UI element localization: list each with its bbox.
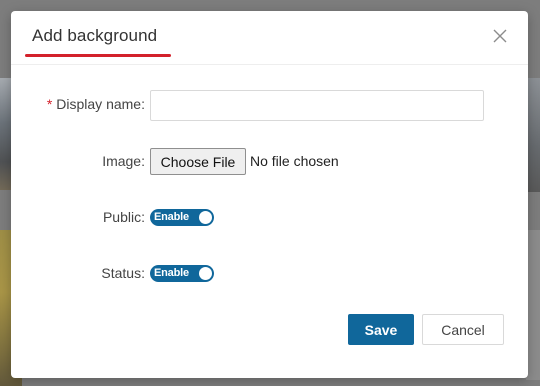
file-status-text: No file chosen [250, 153, 339, 169]
background-image-thumbnail [526, 78, 540, 192]
add-background-dialog: Add background * Display name: Image: Cho… [11, 11, 528, 378]
toggle-state-label: Enable [154, 211, 189, 223]
public-toggle[interactable]: Enable [150, 209, 214, 226]
choose-file-button[interactable]: Choose File [150, 148, 246, 175]
public-label: Public: [102, 209, 145, 225]
status-toggle[interactable]: Enable [150, 265, 214, 282]
image-label: Image: [102, 153, 145, 169]
toggle-state-label: Enable [154, 267, 189, 279]
dialog-title: Add background [32, 26, 158, 45]
title-underline-annotation [25, 54, 171, 57]
background-card [526, 230, 540, 380]
close-icon [493, 29, 507, 43]
close-button[interactable] [492, 28, 508, 44]
toggle-knob [199, 267, 212, 280]
cancel-button[interactable]: Cancel [422, 314, 504, 345]
display-name-input[interactable] [150, 90, 484, 121]
display-name-label: * Display name: [46, 96, 145, 112]
status-label: Status: [101, 265, 145, 281]
toggle-knob [199, 211, 212, 224]
dialog-header: Add background [11, 11, 528, 65]
save-button[interactable]: Save [348, 314, 414, 345]
required-mark: * [46, 96, 53, 112]
